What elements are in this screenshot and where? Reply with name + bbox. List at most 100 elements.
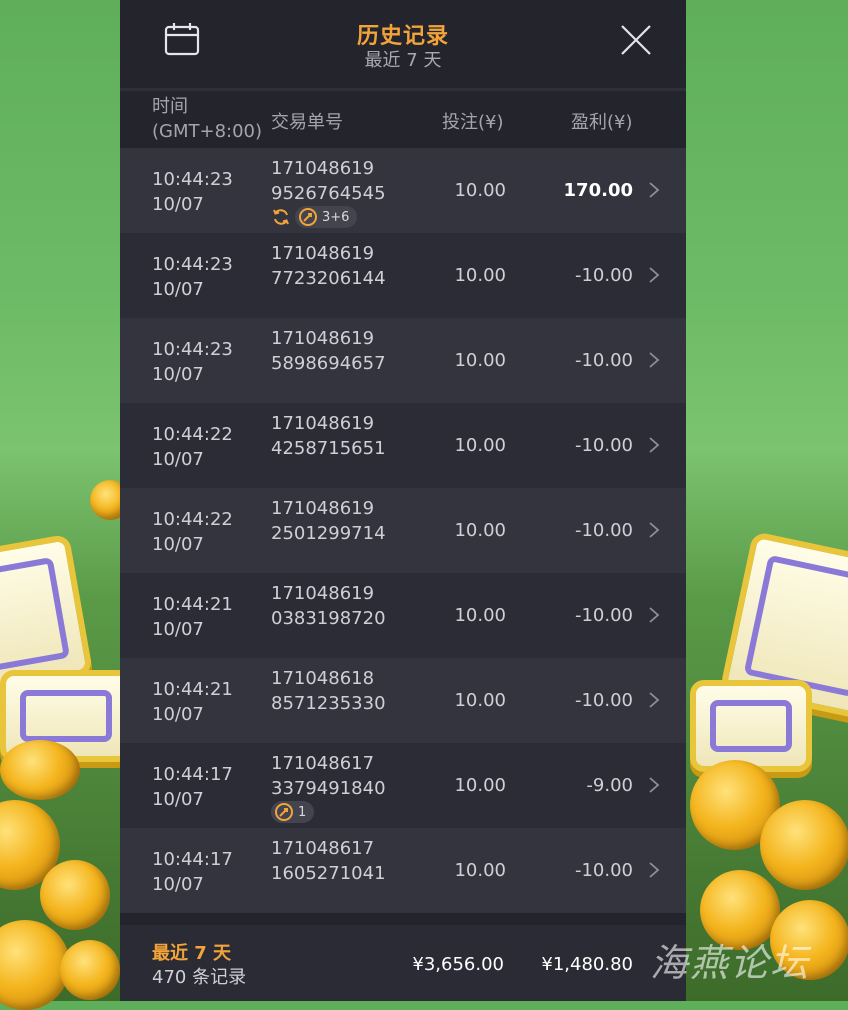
row-profit: -9.00: [586, 775, 633, 796]
column-header-timezone: (GMT+8:00): [152, 121, 263, 142]
row-bet: 10.00: [454, 350, 506, 371]
row-transaction-id: 171048617 3379491840: [271, 751, 386, 801]
row-transaction-id-part2: 5898694657: [271, 353, 386, 374]
row-transaction-id-part1: 171048619: [271, 328, 375, 349]
chevron-right-icon[interactable]: [648, 691, 660, 709]
row-transaction-id-part1: 171048619: [271, 158, 375, 179]
chevron-right-icon[interactable]: [648, 861, 660, 879]
history-panel: 历史记录 最近 7 天 时间 (GMT+8:00) 交易单号 投注(¥) 盈利(…: [120, 0, 686, 1001]
chevron-right-icon[interactable]: [648, 606, 660, 624]
row-bet: 10.00: [454, 520, 506, 541]
row-time-value: 10:44:17: [152, 849, 233, 870]
summary-range: 最近 7 天: [152, 943, 232, 964]
date-range-label: 最近 7 天: [364, 50, 442, 71]
free-spin-badge: 1: [271, 801, 315, 823]
row-date-value: 10/07: [152, 194, 204, 215]
row-time: 10:44:23 10/07: [152, 252, 233, 302]
row-profit: -10.00: [574, 860, 633, 881]
row-transaction-id: 171048619 7723206144: [271, 241, 386, 291]
gold-coin-decoration: [760, 800, 848, 890]
row-transaction-id: 171048619 2501299714: [271, 496, 386, 546]
row-transaction-id-part1: 171048617: [271, 753, 375, 774]
table-row[interactable]: 10:44:22 10/07 171048619 4258715651 10.00 -10…: [120, 403, 686, 488]
row-transaction-id: 171048619 9526764545: [271, 156, 386, 206]
row-profit: -10.00: [574, 265, 633, 286]
free-spin-icon: [275, 803, 293, 821]
total-bet: ¥3,656.00: [412, 954, 504, 975]
total-profit: ¥1,480.80: [541, 954, 633, 975]
gold-coin-decoration: [0, 740, 80, 800]
row-transaction-id: 171048619 0383198720: [271, 581, 386, 631]
row-date-value: 10/07: [152, 619, 204, 640]
row-time-value: 10:44:21: [152, 594, 233, 615]
refresh-icon: [273, 209, 289, 225]
gold-coin-decoration: [60, 940, 120, 1000]
row-time-value: 10:44:23: [152, 339, 233, 360]
row-transaction-id-part1: 171048619: [271, 243, 375, 264]
close-icon[interactable]: [620, 24, 652, 56]
row-date-value: 10/07: [152, 874, 204, 895]
row-date-value: 10/07: [152, 789, 204, 810]
row-transaction-id-part2: 1605271041: [271, 863, 386, 884]
table-row[interactable]: 10:44:17 10/07 171048617 3379491840 1 10.00 -9…: [120, 743, 686, 828]
row-time-value: 10:44:21: [152, 679, 233, 700]
table-row[interactable]: 10:44:23 10/07 171048619 5898694657 10.00 -10…: [120, 318, 686, 403]
row-transaction-id-part2: 4258715651: [271, 438, 386, 459]
row-time: 10:44:17 10/07: [152, 762, 233, 812]
row-time-value: 10:44:17: [152, 764, 233, 785]
row-transaction-id: 171048619 5898694657: [271, 326, 386, 376]
panel-header: 历史记录 最近 7 天: [120, 0, 686, 88]
row-badges: 3+6: [271, 206, 358, 228]
chevron-right-icon[interactable]: [648, 436, 660, 454]
row-date-value: 10/07: [152, 704, 204, 725]
row-transaction-id-part1: 171048619: [271, 498, 375, 519]
row-transaction-id-part2: 7723206144: [271, 268, 386, 289]
chevron-right-icon[interactable]: [648, 181, 660, 199]
row-transaction-id: 171048618 8571235330: [271, 666, 386, 716]
column-header-time-label: 时间: [152, 96, 188, 117]
row-bet: 10.00: [454, 265, 506, 286]
chevron-right-icon[interactable]: [648, 521, 660, 539]
row-transaction-id-part2: 9526764545: [271, 183, 386, 204]
free-spin-badge: 3+6: [295, 206, 358, 228]
mahjong-tile-decoration: [690, 680, 812, 772]
row-bet: 10.00: [454, 435, 506, 456]
row-time-value: 10:44:22: [152, 509, 233, 530]
row-time: 10:44:23 10/07: [152, 167, 233, 217]
row-time-value: 10:44:22: [152, 424, 233, 445]
summary-footer: 最近 7 天 470 条记录 ¥3,656.00 ¥1,480.80: [120, 925, 686, 1001]
row-date-value: 10/07: [152, 364, 204, 385]
table-row[interactable]: 10:44:22 10/07 171048619 2501299714 10.00 -10…: [120, 488, 686, 573]
row-transaction-id-part2: 0383198720: [271, 608, 386, 629]
row-profit: -10.00: [574, 435, 633, 456]
chevron-right-icon[interactable]: [648, 351, 660, 369]
table-row[interactable]: 10:44:23 10/07 171048619 7723206144 10.00 -10…: [120, 233, 686, 318]
row-profit: 170.00: [563, 180, 633, 201]
table-row[interactable]: 10:44:21 10/07 171048618 8571235330 10.00 -10…: [120, 658, 686, 743]
row-bet: 10.00: [454, 775, 506, 796]
row-time: 10:44:21 10/07: [152, 677, 233, 727]
row-transaction-id-part1: 171048619: [271, 583, 375, 604]
table-row[interactable]: 10:44:21 10/07 171048619 0383198720 10.00 -10…: [120, 573, 686, 658]
table-row[interactable]: 10:44:23 10/07 171048619 9526764545 3+6 10.00…: [120, 148, 686, 233]
row-profit: -10.00: [574, 350, 633, 371]
row-time: 10:44:21 10/07: [152, 592, 233, 642]
free-spin-count: 1: [298, 804, 307, 820]
row-transaction-id: 171048617 1605271041: [271, 836, 386, 886]
row-time: 10:44:22 10/07: [152, 422, 233, 472]
gold-coin-decoration: [40, 860, 110, 930]
row-time: 10:44:22 10/07: [152, 507, 233, 557]
free-spin-icon: [299, 208, 317, 226]
row-profit: -10.00: [574, 690, 633, 711]
row-time: 10:44:23 10/07: [152, 337, 233, 387]
row-profit: -10.00: [574, 520, 633, 541]
chevron-right-icon[interactable]: [648, 266, 660, 284]
history-list: 10:44:23 10/07 171048619 9526764545 3+6 10.00…: [120, 148, 686, 913]
row-badges: 1: [271, 801, 315, 823]
record-count: 470 条记录: [152, 967, 247, 988]
chevron-right-icon[interactable]: [648, 776, 660, 794]
table-row[interactable]: 10:44:17 10/07 171048617 1605271041 10.00 -10…: [120, 828, 686, 913]
row-time-value: 10:44:23: [152, 169, 233, 190]
row-transaction-id-part1: 171048617: [271, 838, 375, 859]
row-transaction-id-part1: 171048618: [271, 668, 375, 689]
